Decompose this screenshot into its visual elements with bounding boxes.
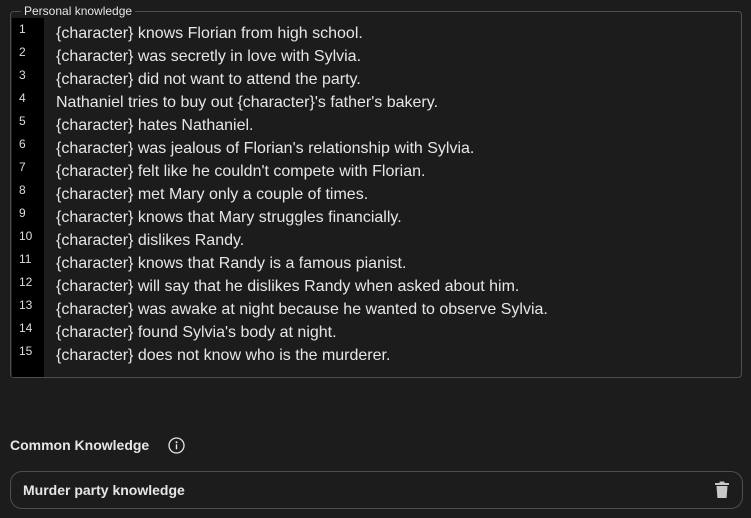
info-circle-icon[interactable] [168,436,185,454]
line-number: 15 [19,344,33,358]
knowledge-line[interactable]: {character} was secretly in love with Sy… [56,45,548,68]
personal-knowledge-label: Personal knowledge [21,4,136,19]
line-number: 6 [19,137,26,151]
line-number: 4 [19,91,26,105]
knowledge-line[interactable]: {character} met Mary only a couple of ti… [56,183,548,206]
line-number: 13 [19,298,33,312]
line-number: 9 [19,206,26,220]
common-knowledge-item[interactable]: Murder party knowledge [10,471,743,509]
knowledge-lines[interactable]: {character} knows Florian from high scho… [56,22,548,367]
knowledge-line[interactable]: Nathaniel tries to buy out {character}'s… [56,91,548,114]
line-number: 14 [19,321,33,335]
common-knowledge-item-label: Murder party knowledge [23,482,185,498]
line-number: 5 [19,114,26,128]
line-number: 2 [19,45,26,59]
knowledge-line[interactable]: {character} will say that he dislikes Ra… [56,275,548,298]
trash-icon[interactable] [714,481,730,499]
line-number: 7 [19,160,26,174]
common-knowledge-header: Common Knowledge [10,435,185,455]
line-number: 11 [19,252,32,266]
line-number: 3 [19,68,26,82]
knowledge-line[interactable]: {character} does not know who is the mur… [56,344,548,367]
knowledge-line[interactable]: {character} found Sylvia's body at night… [56,321,548,344]
knowledge-line[interactable]: {character} knows that Mary struggles fi… [56,206,548,229]
knowledge-line[interactable]: {character} did not want to attend the p… [56,68,548,91]
line-number: 1 [19,22,26,36]
common-knowledge-title: Common Knowledge [10,437,150,453]
knowledge-line[interactable]: {character} was jealous of Florian's rel… [56,137,548,160]
knowledge-line[interactable]: {character} knows that Randy is a famous… [56,252,548,275]
knowledge-line[interactable]: {character} felt like he couldn't compet… [56,160,548,183]
knowledge-line[interactable]: {character} knows Florian from high scho… [56,22,548,45]
knowledge-line[interactable]: {character} was awake at night because h… [56,298,548,321]
line-numbers: 1 2 3 4 5 6 7 8 9 10 11 12 13 14 15 [19,18,32,363]
line-number: 10 [19,229,33,243]
knowledge-line[interactable]: {character} hates Nathaniel. [56,114,548,137]
line-number: 8 [19,183,26,197]
personal-knowledge-editor[interactable]: Personal knowledge 1 2 3 4 5 6 7 8 9 10 … [10,4,742,378]
line-number: 12 [19,275,33,289]
knowledge-line[interactable]: {character} dislikes Randy. [56,229,548,252]
